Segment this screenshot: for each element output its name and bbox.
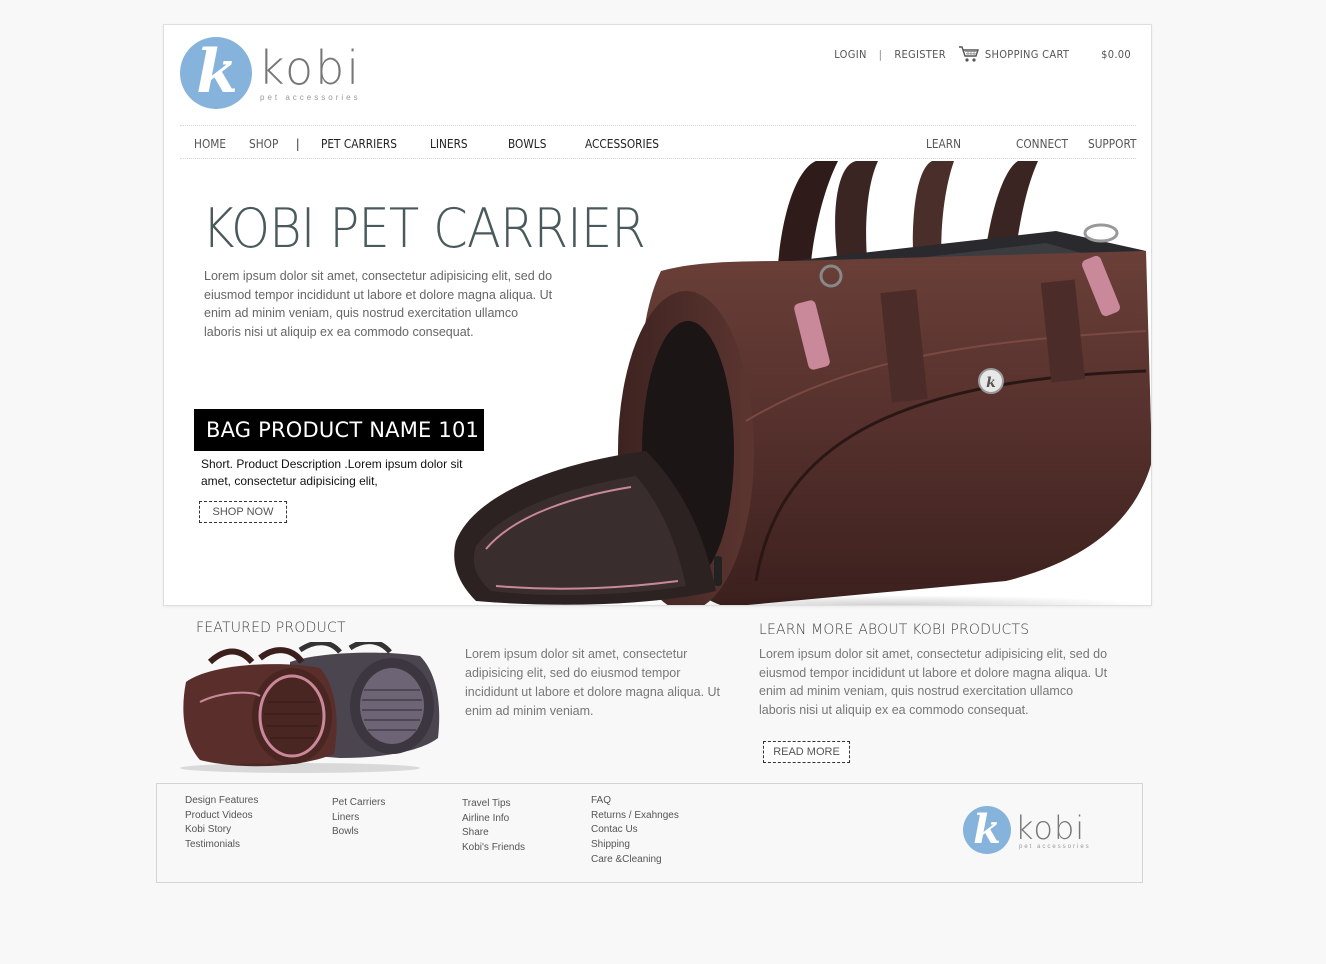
shopping-cart-link[interactable]: SHOPPING CART <box>985 48 1069 61</box>
footer-column-travel: Travel Tips Airline Info Share Kobi's Fr… <box>462 797 525 856</box>
register-link[interactable]: REGISTER <box>894 48 946 61</box>
learn-more-heading: LEARN MORE ABOUT KOBI PRODUCTS <box>759 622 1030 638</box>
nav-accessories[interactable]: ACCESSORIES <box>585 137 659 151</box>
hero-title: KOBI PET CARRIER <box>202 197 646 260</box>
footer-link[interactable]: Care &Cleaning <box>591 853 679 868</box>
svg-text:k: k <box>986 375 996 391</box>
product-name-banner: BAG PRODUCT NAME 101 <box>194 409 484 451</box>
main-panel: k kobi pet accessories LOGIN | REGISTER … <box>163 24 1152 606</box>
footer-link[interactable]: FAQ <box>591 794 679 809</box>
nav-support[interactable]: SUPPORT <box>1088 137 1137 151</box>
logo-mark: k <box>180 37 252 109</box>
logo-mark: k <box>963 806 1011 854</box>
hero-description: Lorem ipsum dolor sit amet, consectetur … <box>204 269 553 339</box>
footer-link[interactable]: Bowls <box>332 825 385 840</box>
topbar-separator: | <box>878 47 883 61</box>
footer-link[interactable]: Share <box>462 826 525 841</box>
footer-link[interactable]: Contac Us <box>591 823 679 838</box>
shopping-cart-icon[interactable] <box>958 45 980 63</box>
footer-link[interactable]: Kobi Story <box>185 823 258 838</box>
footer-logo[interactable]: k kobi pet accessories <box>963 806 1103 858</box>
nav-pet-carriers[interactable]: PET CARRIERS <box>321 137 397 151</box>
login-link[interactable]: LOGIN <box>834 48 866 61</box>
account-bar: LOGIN | REGISTER SHOPPING CART $0.00 <box>834 45 1131 63</box>
nav-shop[interactable]: SHOP <box>249 137 278 151</box>
footer-link[interactable]: Shipping <box>591 838 679 853</box>
shop-now-button[interactable]: SHOP NOW <box>199 501 287 523</box>
logo-tagline: pet accessories <box>1019 844 1091 850</box>
footer-link[interactable]: Airline Info <box>462 812 525 827</box>
nav-separator: | <box>296 137 300 151</box>
footer-link[interactable]: Design Features <box>185 794 258 809</box>
featured-product-text: Lorem ipsum dolor sit amet, consectetur … <box>465 647 721 718</box>
footer-link[interactable]: Liners <box>332 811 385 826</box>
footer-link[interactable]: Returns / Exahnges <box>591 809 679 824</box>
footer: Design Features Product Videos Kobi Stor… <box>156 783 1143 883</box>
read-more-button[interactable]: READ MORE <box>763 741 850 763</box>
nav-liners[interactable]: LINERS <box>430 137 468 151</box>
footer-link[interactable]: Testimonials <box>185 838 258 853</box>
footer-link[interactable]: Product Videos <box>185 809 258 824</box>
nav-bowls[interactable]: BOWLS <box>508 137 546 151</box>
footer-column-about: Design Features Product Videos Kobi Stor… <box>185 794 258 853</box>
featured-product-image[interactable] <box>180 642 444 774</box>
nav-home[interactable]: HOME <box>194 137 226 151</box>
footer-column-support: FAQ Returns / Exahnges Contac Us Shippin… <box>591 794 679 868</box>
logo-tagline: pet accessories <box>260 93 361 102</box>
main-nav: HOME SHOP | PET CARRIERS LINERS BOWLS AC… <box>180 125 1137 159</box>
footer-link[interactable]: Travel Tips <box>462 797 525 812</box>
header-logo[interactable]: k kobi pet accessories <box>180 37 390 113</box>
nav-learn[interactable]: LEARN <box>926 137 961 151</box>
nav-connect[interactable]: CONNECT <box>1016 137 1068 151</box>
logo-wordmark: kobi <box>1015 809 1086 847</box>
logo-wordmark: kobi <box>258 41 362 95</box>
cart-total: $0.00 <box>1101 47 1131 61</box>
footer-column-products: Pet Carriers Liners Bowls <box>332 796 385 840</box>
footer-link[interactable]: Kobi's Friends <box>462 841 525 856</box>
product-short-description: Short. Product Description .Lorem ipsum … <box>201 457 463 488</box>
featured-product-heading: FEATURED PRODUCT <box>196 620 346 636</box>
footer-link[interactable]: Pet Carriers <box>332 796 385 811</box>
learn-more-text: Lorem ipsum dolor sit amet, consectetur … <box>759 647 1108 717</box>
